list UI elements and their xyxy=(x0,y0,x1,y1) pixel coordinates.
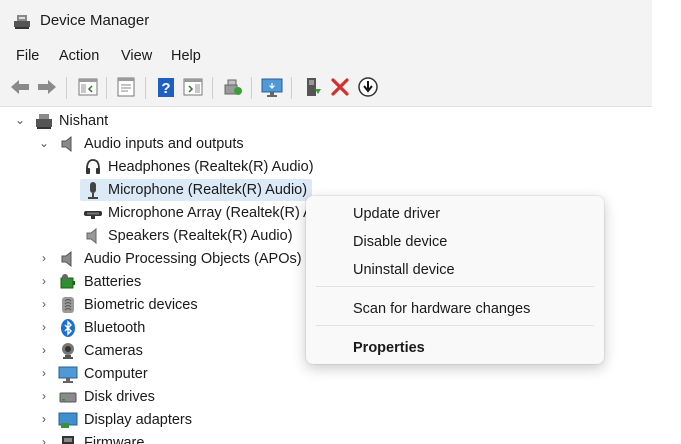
expand-chevron-icon[interactable]: › xyxy=(38,389,50,403)
battery-icon xyxy=(60,274,75,289)
expand-chevron-icon[interactable]: › xyxy=(38,435,50,444)
speaker-icon xyxy=(61,250,72,268)
context-update-driver[interactable]: Update driver xyxy=(353,206,440,222)
device-manager-app-icon xyxy=(14,15,30,29)
toolbar-separator xyxy=(106,77,107,99)
disable-device-icon[interactable] xyxy=(356,75,380,99)
back-icon[interactable] xyxy=(8,75,32,99)
tree-root[interactable]: ⌄ Nishant xyxy=(0,110,652,132)
expand-chevron-icon[interactable]: › xyxy=(38,366,50,380)
fingerprint-icon xyxy=(62,297,74,313)
tree-category-label: Audio Processing Objects (APOs) xyxy=(84,251,302,267)
toolbar-separator xyxy=(291,77,292,99)
context-scan-hardware[interactable]: Scan for hardware changes xyxy=(353,301,530,317)
monitor-icon[interactable] xyxy=(260,75,284,99)
tree-category-computer[interactable]: › Computer xyxy=(0,363,652,385)
image-fade-artifact xyxy=(210,355,320,444)
tree-device-label: Headphones (Realtek(R) Audio) xyxy=(108,159,314,175)
tree-category-label: Display adapters xyxy=(84,412,192,428)
tree-category-label: Disk drives xyxy=(84,389,155,405)
context-menu: Update driver Disable device Uninstall d… xyxy=(306,196,604,364)
expand-chevron-icon[interactable]: › xyxy=(38,343,50,357)
context-separator xyxy=(316,286,594,287)
tree-device-label: Microphone Array (Realtek(R) A xyxy=(108,205,313,221)
microphone-icon xyxy=(88,182,98,199)
speaker-icon xyxy=(86,227,97,245)
action-pane-icon[interactable] xyxy=(181,75,205,99)
scan-hardware-icon[interactable] xyxy=(221,75,245,99)
tree-category-label: Batteries xyxy=(84,274,142,290)
expand-chevron-icon[interactable]: › xyxy=(38,412,50,426)
show-hide-console-tree-icon[interactable] xyxy=(76,75,100,99)
bluetooth-icon xyxy=(61,319,75,337)
collapse-chevron-icon[interactable]: ⌄ xyxy=(14,113,26,127)
toolbar-separator xyxy=(66,77,67,99)
tree-category-label: Firmware xyxy=(84,435,145,444)
window-title: Device Manager xyxy=(40,12,150,29)
tree-device-label: Microphone (Realtek(R) Audio) xyxy=(108,182,308,198)
speaker-icon xyxy=(61,135,72,153)
context-separator xyxy=(316,325,594,326)
expand-chevron-icon[interactable]: › xyxy=(38,251,50,265)
menu-action[interactable]: Action xyxy=(59,48,99,64)
headphones-icon xyxy=(86,159,100,174)
properties-icon[interactable] xyxy=(114,75,138,99)
menu-help[interactable]: Help xyxy=(171,48,201,64)
toolbar-separator xyxy=(251,77,252,99)
disk-drive-icon xyxy=(59,392,77,403)
forward-icon[interactable] xyxy=(35,75,59,99)
tree-category-label: Computer xyxy=(84,366,148,382)
svg-text:?: ? xyxy=(161,80,170,97)
menu-view[interactable]: View xyxy=(121,48,152,64)
collapse-chevron-icon[interactable]: ⌄ xyxy=(38,136,50,150)
camera-icon xyxy=(62,343,74,359)
tree-category-audio-inputs-outputs[interactable]: ⌄ Audio inputs and outputs xyxy=(0,133,652,155)
toolbar-separator xyxy=(212,77,213,99)
menu-bar: File Action View Help xyxy=(0,42,652,70)
expand-chevron-icon[interactable]: › xyxy=(38,297,50,311)
computer-root-icon xyxy=(36,114,52,129)
tree-category-label: Bluetooth xyxy=(84,320,146,336)
expand-chevron-icon[interactable]: › xyxy=(38,320,50,334)
tree-root-label: Nishant xyxy=(59,113,109,129)
title-bar: Device Manager xyxy=(0,0,652,42)
tree-device-label: Speakers (Realtek(R) Audio) xyxy=(108,228,293,244)
display-adapter-icon xyxy=(58,412,78,428)
toolbar-separator xyxy=(145,77,146,99)
expand-chevron-icon[interactable]: › xyxy=(38,274,50,288)
context-properties[interactable]: Properties xyxy=(353,340,425,356)
help-icon[interactable]: ? xyxy=(154,75,178,99)
tree-device-headphones[interactable]: Headphones (Realtek(R) Audio) xyxy=(0,156,652,178)
menu-file[interactable]: File xyxy=(16,48,39,64)
microphone-array-icon xyxy=(84,211,102,219)
tree-category-label: Cameras xyxy=(84,343,143,359)
context-disable-device[interactable]: Disable device xyxy=(353,234,447,250)
tree-category-display-adapters[interactable]: › Display adapters xyxy=(0,409,652,431)
update-driver-icon[interactable] xyxy=(301,75,325,99)
firmware-icon xyxy=(62,436,74,444)
tree-category-label: Biometric devices xyxy=(84,297,198,313)
tree-category-disk-drives[interactable]: › Disk drives xyxy=(0,386,652,408)
uninstall-device-icon[interactable] xyxy=(328,75,352,99)
computer-icon xyxy=(58,366,78,383)
toolbar: ? xyxy=(0,70,652,107)
tree-category-label: Audio inputs and outputs xyxy=(84,136,244,152)
tree-category-firmware[interactable]: › Firmware xyxy=(0,432,652,444)
context-uninstall-device[interactable]: Uninstall device xyxy=(353,262,455,278)
